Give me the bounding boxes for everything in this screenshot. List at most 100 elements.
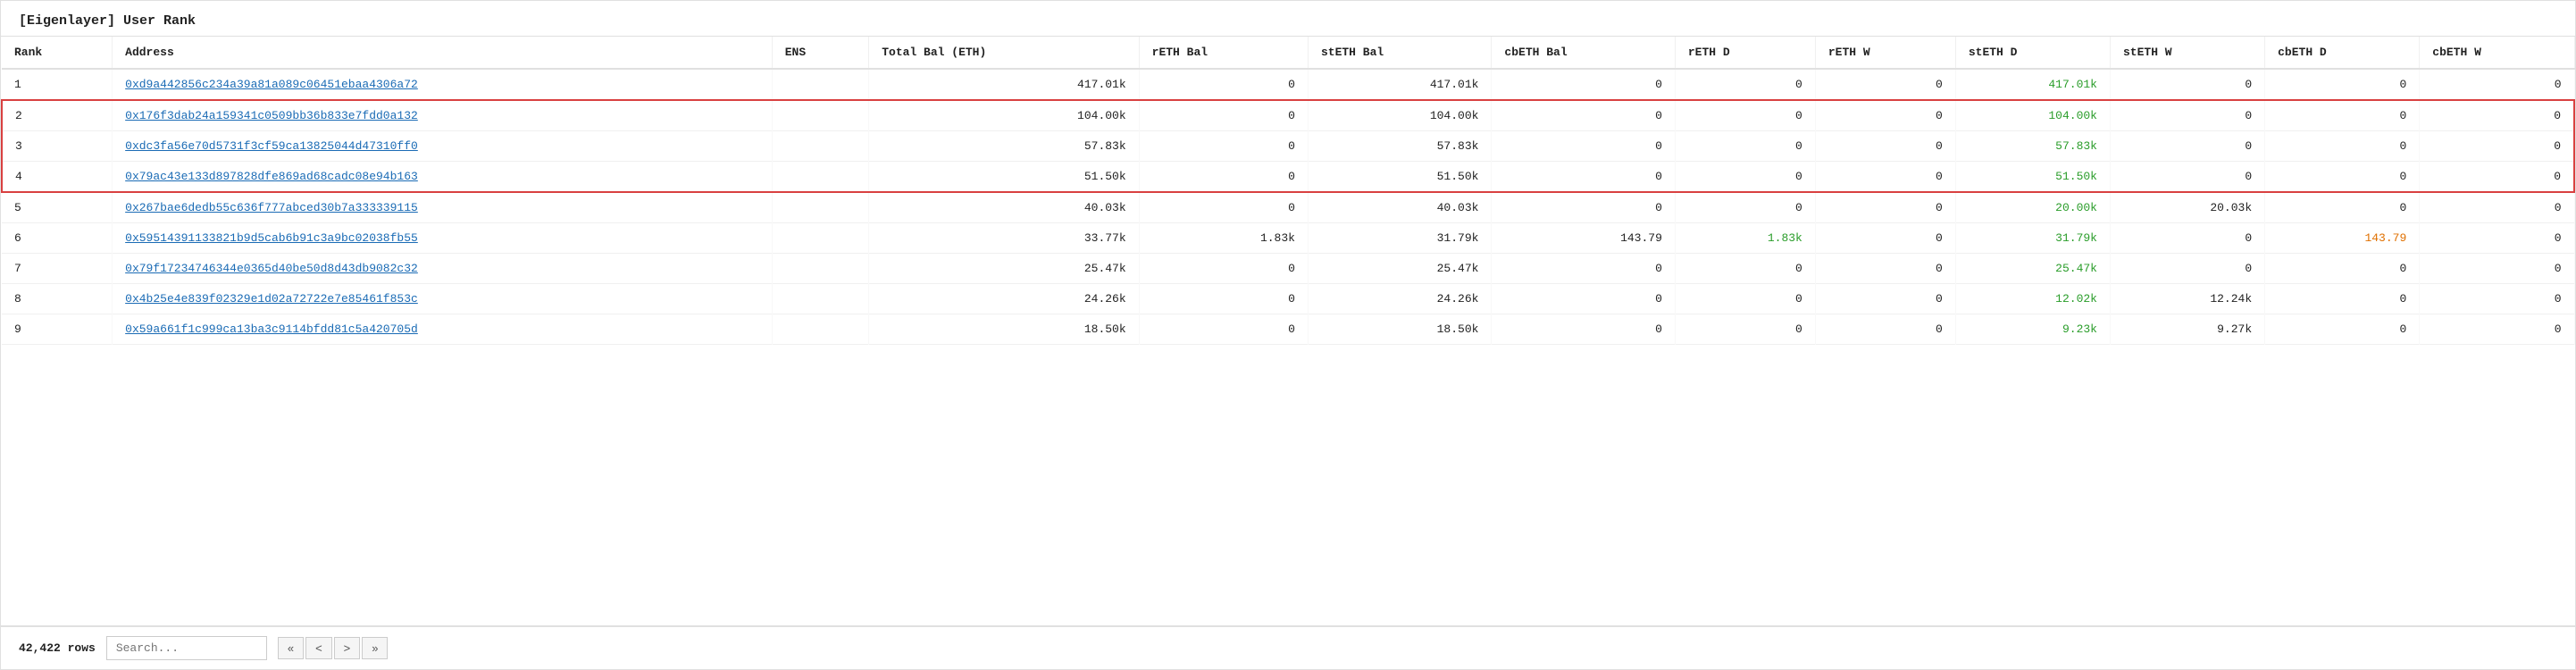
col-reth-d: rETH D	[1675, 37, 1815, 69]
rank-cell: 6	[2, 223, 113, 254]
address-cell[interactable]: 0x176f3dab24a159341c0509bb36b833e7fdd0a1…	[113, 100, 773, 131]
reth-d-cell: 0	[1675, 192, 1815, 223]
rank-cell: 3	[2, 131, 113, 162]
ens-cell	[772, 100, 869, 131]
table-row: 90x59a661f1c999ca13ba3c9114bfdd81c5a4207…	[2, 314, 2574, 345]
address-cell[interactable]: 0xd9a442856c234a39a81a089c06451ebaa4306a…	[113, 69, 773, 100]
steth-bal-cell: 24.26k	[1308, 284, 1491, 314]
address-link[interactable]: 0x59a661f1c999ca13ba3c9114bfdd81c5a42070…	[125, 322, 418, 336]
address-cell[interactable]: 0x79f17234746344e0365d40be50d8d43db9082c…	[113, 254, 773, 284]
col-address: Address	[113, 37, 773, 69]
cbeth-d-cell: 0	[2265, 131, 2420, 162]
cbeth-w-cell: 0	[2420, 131, 2574, 162]
reth-bal-cell: 0	[1139, 254, 1308, 284]
reth-d-cell: 1.83k	[1675, 223, 1815, 254]
col-steth-w: stETH W	[2110, 37, 2264, 69]
address-cell[interactable]: 0x4b25e4e839f02329e1d02a72722e7e85461f85…	[113, 284, 773, 314]
cbeth-w-cell: 0	[2420, 162, 2574, 193]
steth-w-cell: 9.27k	[2110, 314, 2264, 345]
address-link[interactable]: 0xd9a442856c234a39a81a089c06451ebaa4306a…	[125, 78, 418, 91]
steth-bal-cell: 51.50k	[1308, 162, 1491, 193]
cbeth-bal-cell: 0	[1492, 254, 1675, 284]
table-row: 80x4b25e4e839f02329e1d02a72722e7e85461f8…	[2, 284, 2574, 314]
cbeth-d-cell: 0	[2265, 284, 2420, 314]
table-header-row: Rank Address ENS Total Bal (ETH) rETH Ba…	[2, 37, 2574, 69]
col-cbeth-d: cbETH D	[2265, 37, 2420, 69]
cbeth-bal-cell: 0	[1492, 314, 1675, 345]
next-page-button[interactable]: >	[334, 637, 361, 659]
rank-cell: 5	[2, 192, 113, 223]
steth-d-cell: 51.50k	[1955, 162, 2110, 193]
cbeth-d-cell: 0	[2265, 100, 2420, 131]
table-row: 2 0x176f3dab24a159341c0509bb36b833e7fdd0a…	[2, 100, 2574, 131]
table-row: 5 0x267bae6dedb55c636f777abced30b7a333339…	[2, 192, 2574, 223]
address-link[interactable]: 0x267bae6dedb55c636f777abced30b7a3333391…	[125, 201, 418, 214]
cbeth-w-cell: 0	[2420, 284, 2574, 314]
address-cell[interactable]: 0x59514391133821b9d5cab6b91c3a9bc02038fb…	[113, 223, 773, 254]
reth-w-cell: 0	[1815, 314, 1955, 345]
cbeth-bal-cell: 0	[1492, 192, 1675, 223]
cbeth-d-cell: 0	[2265, 192, 2420, 223]
reth-w-cell: 0	[1815, 284, 1955, 314]
last-page-button[interactable]: »	[362, 637, 388, 659]
total-bal-cell: 24.26k	[869, 284, 1139, 314]
ens-cell	[772, 162, 869, 193]
steth-bal-cell: 57.83k	[1308, 131, 1491, 162]
steth-d-cell: 20.00k	[1955, 192, 2110, 223]
rank-cell: 2	[2, 100, 113, 131]
ens-cell	[772, 192, 869, 223]
cbeth-bal-cell: 0	[1492, 162, 1675, 193]
col-reth-bal: rETH Bal	[1139, 37, 1308, 69]
col-rank: Rank	[2, 37, 113, 69]
data-table: Rank Address ENS Total Bal (ETH) rETH Ba…	[1, 37, 2575, 345]
address-link[interactable]: 0x79ac43e133d897828dfe869ad68cadc08e94b1…	[125, 170, 418, 183]
cbeth-d-cell: 0	[2265, 314, 2420, 345]
ens-cell	[772, 131, 869, 162]
cbeth-bal-cell: 0	[1492, 69, 1675, 100]
address-link[interactable]: 0x79f17234746344e0365d40be50d8d43db9082c…	[125, 262, 418, 275]
cbeth-bal-cell: 0	[1492, 131, 1675, 162]
address-cell[interactable]: 0x59a661f1c999ca13ba3c9114bfdd81c5a42070…	[113, 314, 773, 345]
address-link[interactable]: 0x176f3dab24a159341c0509bb36b833e7fdd0a1…	[125, 109, 418, 122]
search-input[interactable]	[106, 636, 267, 660]
address-cell[interactable]: 0xdc3fa56e70d5731f3cf59ca13825044d47310f…	[113, 131, 773, 162]
pagination-nav: « < > »	[278, 637, 389, 659]
total-bal-cell: 40.03k	[869, 192, 1139, 223]
address-cell[interactable]: 0x79ac43e133d897828dfe869ad68cadc08e94b1…	[113, 162, 773, 193]
cbeth-d-cell: 143.79	[2265, 223, 2420, 254]
col-total-bal: Total Bal (ETH)	[869, 37, 1139, 69]
address-cell[interactable]: 0x267bae6dedb55c636f777abced30b7a3333391…	[113, 192, 773, 223]
table-row: 70x79f17234746344e0365d40be50d8d43db9082…	[2, 254, 2574, 284]
footer: 42,422 rows « < > »	[1, 625, 2575, 669]
address-link[interactable]: 0x59514391133821b9d5cab6b91c3a9bc02038fb…	[125, 231, 418, 245]
reth-d-cell: 0	[1675, 254, 1815, 284]
steth-w-cell: 0	[2110, 223, 2264, 254]
total-bal-cell: 33.77k	[869, 223, 1139, 254]
total-bal-cell: 25.47k	[869, 254, 1139, 284]
steth-d-cell: 104.00k	[1955, 100, 2110, 131]
reth-bal-cell: 0	[1139, 100, 1308, 131]
col-ens: ENS	[772, 37, 869, 69]
total-bal-cell: 417.01k	[869, 69, 1139, 100]
steth-d-cell: 417.01k	[1955, 69, 2110, 100]
table-row: 10xd9a442856c234a39a81a089c06451ebaa4306…	[2, 69, 2574, 100]
cbeth-w-cell: 0	[2420, 69, 2574, 100]
steth-w-cell: 20.03k	[2110, 192, 2264, 223]
cbeth-w-cell: 0	[2420, 192, 2574, 223]
prev-page-button[interactable]: <	[305, 637, 332, 659]
table-row: 6 0x59514391133821b9d5cab6b91c3a9bc02038f…	[2, 223, 2574, 254]
steth-bal-cell: 25.47k	[1308, 254, 1491, 284]
ens-cell	[772, 69, 869, 100]
col-steth-bal: stETH Bal	[1308, 37, 1491, 69]
reth-d-cell: 0	[1675, 131, 1815, 162]
first-page-button[interactable]: «	[278, 637, 304, 659]
steth-w-cell: 0	[2110, 254, 2264, 284]
total-bal-cell: 51.50k	[869, 162, 1139, 193]
address-link[interactable]: 0x4b25e4e839f02329e1d02a72722e7e85461f85…	[125, 292, 418, 306]
reth-w-cell: 0	[1815, 131, 1955, 162]
page-wrapper: [Eigenlayer] User Rank Rank Address ENS …	[0, 0, 2576, 670]
steth-bal-cell: 40.03k	[1308, 192, 1491, 223]
total-bal-cell: 57.83k	[869, 131, 1139, 162]
address-link[interactable]: 0xdc3fa56e70d5731f3cf59ca13825044d47310f…	[125, 139, 418, 153]
row-count: 42,422 rows	[19, 641, 96, 655]
